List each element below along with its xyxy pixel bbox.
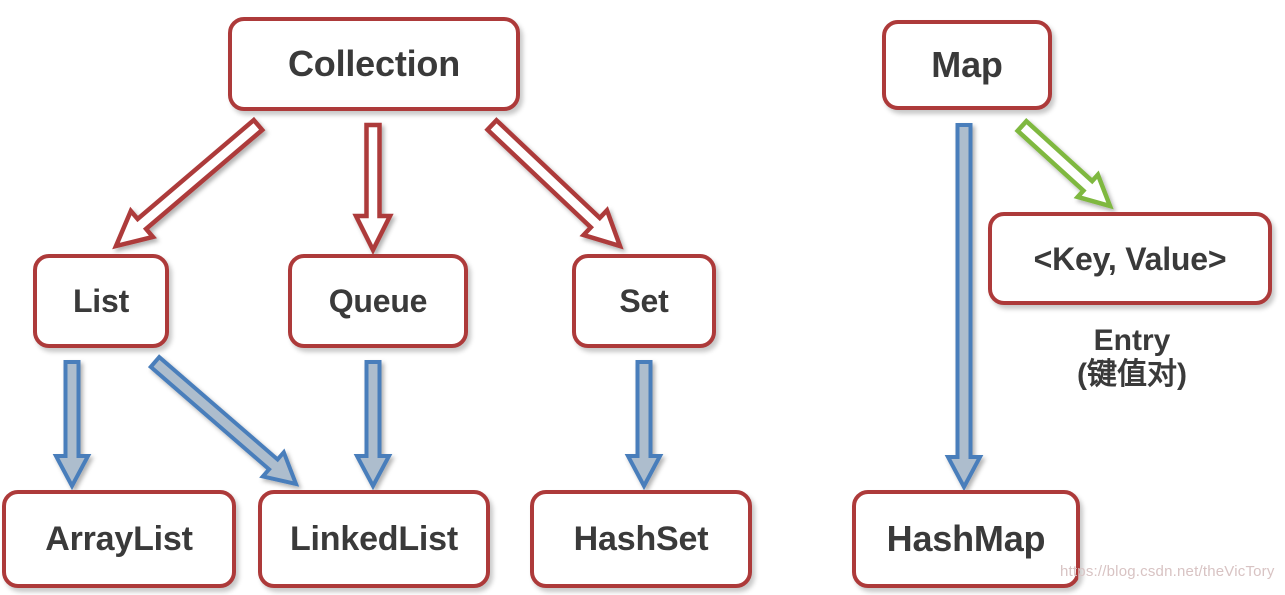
node-hashset[interactable]: HashSet: [530, 490, 752, 588]
arrow-collection-to-list: [112, 116, 266, 250]
entry-caption-line2: (键值对): [1077, 357, 1187, 391]
node-label-set: Set: [619, 283, 669, 319]
node-set[interactable]: Set: [572, 254, 716, 348]
node-label-linkedlist: LinkedList: [289, 520, 459, 558]
node-label-hashset: HashSet: [573, 520, 709, 558]
node-label-list: List: [72, 283, 130, 319]
node-queue[interactable]: Queue: [288, 254, 468, 348]
arrow-collection-to-queue: [352, 122, 394, 256]
arrow-list-to-arraylist: [52, 360, 92, 491]
entry-caption: Entry (键值对): [1032, 324, 1232, 391]
diagram-canvas: Collection List Queue Set ArrayList LinkedLis…: [0, 0, 1285, 595]
arrow-queue-to-linkedlist: [353, 360, 393, 491]
arrow-map-to-hashmap: [944, 123, 984, 492]
node-label-hashmap: HashMap: [886, 518, 1046, 559]
node-list[interactable]: List: [33, 254, 169, 348]
arrow-collection-to-set: [484, 117, 624, 250]
node-collection[interactable]: Collection: [228, 17, 520, 111]
node-keyvalue[interactable]: <Key, Value>: [988, 212, 1272, 305]
node-map[interactable]: Map: [882, 20, 1052, 110]
node-hashmap[interactable]: HashMap: [852, 490, 1080, 588]
watermark: https://blog.csdn.net/theVicTory: [1060, 563, 1275, 580]
node-label-keyvalue: <Key, Value>: [1033, 240, 1227, 277]
arrow-map-to-keyvalue: [1014, 118, 1114, 210]
arrow-set-to-hashset: [624, 360, 664, 491]
node-arraylist[interactable]: ArrayList: [2, 490, 236, 588]
arrow-list-to-linkedlist: [147, 354, 300, 487]
node-label-arraylist: ArrayList: [45, 520, 193, 558]
entry-caption-line1: Entry: [1093, 324, 1171, 357]
node-linkedlist[interactable]: LinkedList: [258, 490, 490, 588]
node-label-queue: Queue: [328, 283, 428, 319]
node-label-collection: Collection: [287, 43, 460, 84]
node-label-map: Map: [931, 44, 1003, 85]
